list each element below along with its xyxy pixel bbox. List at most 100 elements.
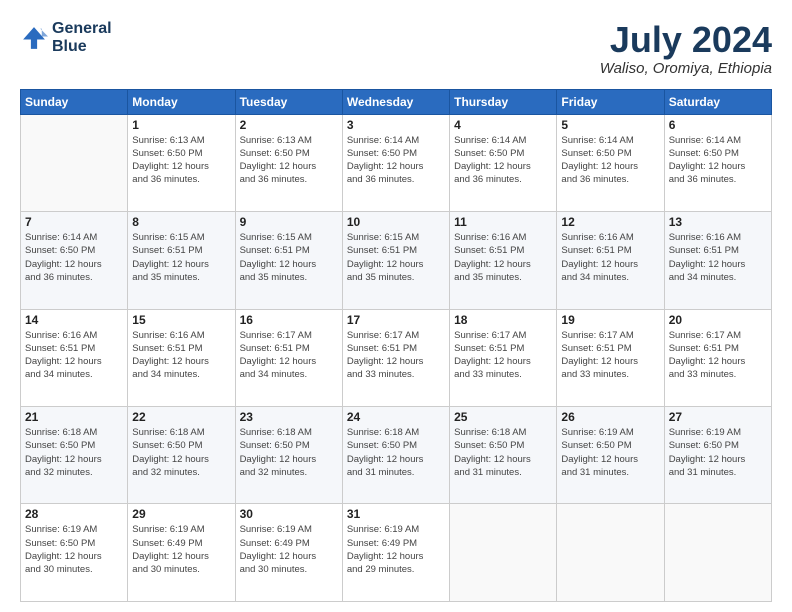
day-info: Sunrise: 6:18 AM Sunset: 6:50 PM Dayligh… (132, 426, 230, 479)
header: General Blue July 2024 Waliso, Oromiya, … (20, 20, 772, 77)
calendar-cell: 21 Sunrise: 6:18 AM Sunset: 6:50 PM Dayli… (21, 407, 128, 504)
day-number: 13 (669, 215, 767, 229)
calendar-table: SundayMondayTuesdayWednesdayThursdayFrid… (20, 89, 772, 602)
calendar-cell: 24 Sunrise: 6:18 AM Sunset: 6:50 PM Dayli… (342, 407, 449, 504)
title-block: July 2024 Waliso, Oromiya, Ethiopia (600, 20, 772, 77)
calendar-cell: 22 Sunrise: 6:18 AM Sunset: 6:50 PM Dayli… (128, 407, 235, 504)
col-header-thursday: Thursday (450, 89, 557, 114)
day-info: Sunrise: 6:16 AM Sunset: 6:51 PM Dayligh… (132, 329, 230, 382)
day-number: 17 (347, 313, 445, 327)
calendar-cell: 3 Sunrise: 6:14 AM Sunset: 6:50 PM Daylig… (342, 114, 449, 211)
day-number: 19 (561, 313, 659, 327)
day-number: 18 (454, 313, 552, 327)
calendar-cell: 27Sunrise: 6:19 AM Sunset: 6:50 PM Dayli… (664, 407, 771, 504)
day-info: Sunrise: 6:16 AM Sunset: 6:51 PM Dayligh… (25, 329, 123, 382)
calendar-row: 14 Sunrise: 6:16 AM Sunset: 6:51 PM Dayli… (21, 309, 772, 406)
calendar-cell: 17Sunrise: 6:17 AM Sunset: 6:51 PM Dayli… (342, 309, 449, 406)
col-header-friday: Friday (557, 89, 664, 114)
day-info: Sunrise: 6:17 AM Sunset: 6:51 PM Dayligh… (669, 329, 767, 382)
day-number: 4 (454, 118, 552, 132)
day-number: 22 (132, 410, 230, 424)
day-info: Sunrise: 6:19 AM Sunset: 6:49 PM Dayligh… (132, 523, 230, 576)
day-number: 27 (669, 410, 767, 424)
day-number: 1 (132, 118, 230, 132)
day-info: Sunrise: 6:19 AM Sunset: 6:50 PM Dayligh… (25, 523, 123, 576)
calendar-cell: 30 Sunrise: 6:19 AM Sunset: 6:49 PM Dayli… (235, 504, 342, 602)
calendar-row: 1 Sunrise: 6:13 AM Sunset: 6:50 PM Daylig… (21, 114, 772, 211)
day-number: 21 (25, 410, 123, 424)
day-number: 14 (25, 313, 123, 327)
calendar-cell: 5 Sunrise: 6:14 AM Sunset: 6:50 PM Daylig… (557, 114, 664, 211)
day-number: 7 (25, 215, 123, 229)
calendar-cell: 12 Sunrise: 6:16 AM Sunset: 6:51 PM Dayli… (557, 212, 664, 309)
month-year: July 2024 (600, 20, 772, 60)
day-number: 9 (240, 215, 338, 229)
day-number: 10 (347, 215, 445, 229)
day-info: Sunrise: 6:18 AM Sunset: 6:50 PM Dayligh… (347, 426, 445, 479)
day-info: Sunrise: 6:16 AM Sunset: 6:51 PM Dayligh… (561, 231, 659, 284)
day-info: Sunrise: 6:18 AM Sunset: 6:50 PM Dayligh… (240, 426, 338, 479)
day-info: Sunrise: 6:14 AM Sunset: 6:50 PM Dayligh… (561, 134, 659, 187)
day-info: Sunrise: 6:18 AM Sunset: 6:50 PM Dayligh… (454, 426, 552, 479)
calendar-cell: 18Sunrise: 6:17 AM Sunset: 6:51 PM Dayli… (450, 309, 557, 406)
day-number: 8 (132, 215, 230, 229)
day-number: 16 (240, 313, 338, 327)
day-number: 6 (669, 118, 767, 132)
logo: General Blue (20, 20, 112, 55)
calendar-header-row: SundayMondayTuesdayWednesdayThursdayFrid… (21, 89, 772, 114)
calendar-cell: 29 Sunrise: 6:19 AM Sunset: 6:49 PM Dayli… (128, 504, 235, 602)
page: General Blue July 2024 Waliso, Oromiya, … (0, 0, 792, 612)
day-info: Sunrise: 6:15 AM Sunset: 6:51 PM Dayligh… (132, 231, 230, 284)
day-number: 30 (240, 507, 338, 521)
calendar-cell: 15 Sunrise: 6:16 AM Sunset: 6:51 PM Dayli… (128, 309, 235, 406)
calendar-cell: 28 Sunrise: 6:19 AM Sunset: 6:50 PM Dayli… (21, 504, 128, 602)
day-number: 5 (561, 118, 659, 132)
day-info: Sunrise: 6:14 AM Sunset: 6:50 PM Dayligh… (454, 134, 552, 187)
calendar-row: 28 Sunrise: 6:19 AM Sunset: 6:50 PM Dayli… (21, 504, 772, 602)
calendar-cell (21, 114, 128, 211)
day-info: Sunrise: 6:17 AM Sunset: 6:51 PM Dayligh… (561, 329, 659, 382)
day-number: 20 (669, 313, 767, 327)
calendar-cell: 4 Sunrise: 6:14 AM Sunset: 6:50 PM Daylig… (450, 114, 557, 211)
calendar-cell: 20 Sunrise: 6:17 AM Sunset: 6:51 PM Dayli… (664, 309, 771, 406)
day-number: 31 (347, 507, 445, 521)
day-info: Sunrise: 6:18 AM Sunset: 6:50 PM Dayligh… (25, 426, 123, 479)
day-info: Sunrise: 6:14 AM Sunset: 6:50 PM Dayligh… (25, 231, 123, 284)
calendar-cell (450, 504, 557, 602)
day-number: 15 (132, 313, 230, 327)
day-info: Sunrise: 6:19 AM Sunset: 6:50 PM Dayligh… (561, 426, 659, 479)
day-info: Sunrise: 6:19 AM Sunset: 6:49 PM Dayligh… (240, 523, 338, 576)
day-number: 12 (561, 215, 659, 229)
col-header-tuesday: Tuesday (235, 89, 342, 114)
day-info: Sunrise: 6:14 AM Sunset: 6:50 PM Dayligh… (347, 134, 445, 187)
calendar-cell (664, 504, 771, 602)
calendar-cell: 26Sunrise: 6:19 AM Sunset: 6:50 PM Dayli… (557, 407, 664, 504)
calendar-cell: 7 Sunrise: 6:14 AM Sunset: 6:50 PM Daylig… (21, 212, 128, 309)
calendar-cell: 13 Sunrise: 6:16 AM Sunset: 6:51 PM Dayli… (664, 212, 771, 309)
day-number: 28 (25, 507, 123, 521)
calendar-cell: 31Sunrise: 6:19 AM Sunset: 6:49 PM Dayli… (342, 504, 449, 602)
col-header-saturday: Saturday (664, 89, 771, 114)
day-number: 29 (132, 507, 230, 521)
calendar-cell: 6Sunrise: 6:14 AM Sunset: 6:50 PM Daylig… (664, 114, 771, 211)
calendar-cell: 9Sunrise: 6:15 AM Sunset: 6:51 PM Daylig… (235, 212, 342, 309)
calendar-row: 7 Sunrise: 6:14 AM Sunset: 6:50 PM Daylig… (21, 212, 772, 309)
calendar-cell: 16 Sunrise: 6:17 AM Sunset: 6:51 PM Dayli… (235, 309, 342, 406)
day-info: Sunrise: 6:13 AM Sunset: 6:50 PM Dayligh… (240, 134, 338, 187)
calendar-row: 21 Sunrise: 6:18 AM Sunset: 6:50 PM Dayli… (21, 407, 772, 504)
calendar-cell: 23Sunrise: 6:18 AM Sunset: 6:50 PM Dayli… (235, 407, 342, 504)
day-number: 24 (347, 410, 445, 424)
day-info: Sunrise: 6:16 AM Sunset: 6:51 PM Dayligh… (669, 231, 767, 284)
day-info: Sunrise: 6:17 AM Sunset: 6:51 PM Dayligh… (240, 329, 338, 382)
calendar-cell: 1Sunrise: 6:13 AM Sunset: 6:50 PM Daylig… (128, 114, 235, 211)
day-number: 3 (347, 118, 445, 132)
calendar-cell: 8 Sunrise: 6:15 AM Sunset: 6:51 PM Daylig… (128, 212, 235, 309)
day-number: 2 (240, 118, 338, 132)
day-info: Sunrise: 6:15 AM Sunset: 6:51 PM Dayligh… (347, 231, 445, 284)
calendar-cell (557, 504, 664, 602)
calendar-cell: 11Sunrise: 6:16 AM Sunset: 6:51 PM Dayli… (450, 212, 557, 309)
calendar-cell: 10 Sunrise: 6:15 AM Sunset: 6:51 PM Dayli… (342, 212, 449, 309)
col-header-sunday: Sunday (21, 89, 128, 114)
logo-text: General Blue (52, 20, 112, 55)
logo-icon (20, 24, 48, 52)
